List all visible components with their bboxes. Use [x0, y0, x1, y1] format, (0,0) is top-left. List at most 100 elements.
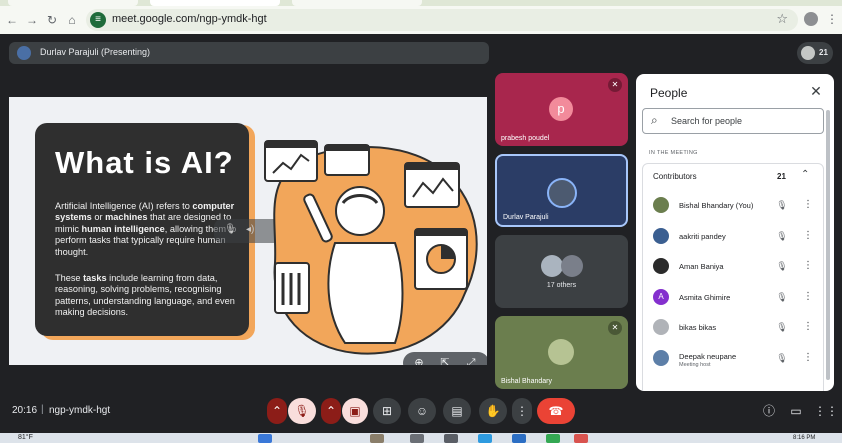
back-icon[interactable]: ←: [4, 12, 20, 28]
mic-off-icon[interactable]: 🎙: [775, 351, 789, 365]
more-icon: ⋮: [516, 404, 528, 418]
video-tile-others[interactable]: 17 others: [495, 235, 628, 308]
mic-off-icon: 🎙: [294, 404, 310, 418]
mic-off-icon[interactable]: 🎙: [775, 320, 789, 334]
p2-bold: tasks: [83, 273, 107, 283]
mic-off-icon[interactable]: 🎙: [224, 224, 237, 235]
meeting-clock: 20:16: [12, 405, 38, 416]
camera-options-button[interactable]: ⌃: [321, 398, 341, 424]
fullscreen-icon[interactable]: ⤢: [463, 355, 479, 365]
url-text: meet.google.com/ngp-ymdk-hgt: [112, 13, 267, 25]
chevron-up-icon: ⌃: [325, 404, 337, 418]
video-tile[interactable]: ✕ Bishal Bhandary: [495, 316, 628, 389]
panel-title: People: [650, 86, 688, 100]
participant-avatar: [541, 255, 563, 277]
participant-row[interactable]: A Asmita Ghimire 🎙 ⋮: [643, 282, 823, 312]
p1-text: Artificial Intelligence (AI) refers to: [55, 201, 193, 211]
tile-name: Bishal Bhandary: [501, 378, 552, 385]
participant-avatar: [653, 319, 669, 335]
participant-row[interactable]: Deepak neupane Meeting host 🎙 ⋮: [643, 343, 823, 373]
participant-role: Meeting host: [679, 361, 711, 368]
mic-off-icon[interactable]: 🎙: [775, 259, 789, 273]
mic-options-button[interactable]: ⌃: [267, 398, 287, 424]
mic-off-icon[interactable]: 🎙: [775, 198, 789, 212]
profile-avatar[interactable]: [804, 12, 818, 26]
participant-avatar: [653, 258, 669, 274]
leave-call-button[interactable]: ☎: [537, 398, 575, 424]
more-icon[interactable]: ⋮: [803, 351, 813, 365]
presented-slide: What is AI? Artificial Intelligence (AI)…: [9, 97, 487, 365]
close-icon[interactable]: ✕: [808, 83, 824, 99]
participants-button[interactable]: 21: [797, 42, 833, 64]
present-button[interactable]: ⊞: [373, 398, 401, 424]
emoji-icon: ☺: [415, 404, 429, 418]
site-info-icon[interactable]: ≡: [90, 12, 106, 28]
taskbar-app-icon[interactable]: [512, 434, 526, 443]
tile-name: Durlav Parajuli: [503, 214, 549, 221]
contributors-group: Contributors 21 ⌃ Bishal Bhandary (You) 🎙…: [642, 163, 824, 391]
camera-off-icon: ▣: [349, 404, 361, 418]
taskbar-app-icon[interactable]: [444, 434, 458, 443]
bookmark-star-icon[interactable]: ☆: [776, 11, 788, 27]
group-label: Contributors: [653, 172, 697, 181]
slide-view-controls[interactable]: ⊕ ⇱ ⤢: [403, 352, 487, 365]
video-tile[interactable]: Durlav Parajuli: [495, 154, 628, 227]
participant-name: Bishal Bhandary (You): [679, 201, 754, 210]
address-bar[interactable]: ≡ meet.google.com/ngp-ymdk-hgt ☆: [86, 9, 798, 31]
group-count: 21: [777, 172, 786, 181]
os-taskbar: 81°F 8:16 PM: [0, 433, 842, 443]
camera-toggle-button[interactable]: ▣: [342, 398, 368, 424]
chat-icon[interactable]: ▭: [787, 402, 805, 420]
video-tile[interactable]: p ✕ prabesh poudel: [495, 73, 628, 146]
participant-row[interactable]: Aman Baniya 🎙 ⋮: [643, 251, 823, 281]
more-icon[interactable]: ⋮: [803, 259, 813, 273]
more-icon[interactable]: ⋮: [803, 320, 813, 334]
panel-scrollbar[interactable]: [826, 110, 830, 380]
meeting-code: ngp-ymdk-hgt: [49, 405, 111, 416]
participant-avatar: [561, 255, 583, 277]
pop-out-icon[interactable]: ⇱: [437, 355, 453, 365]
more-icon[interactable]: ⋮: [803, 229, 813, 243]
p1-bold: human intelligence: [81, 223, 165, 234]
participant-count: 21: [819, 48, 828, 57]
p2-text: These: [55, 273, 84, 283]
more-options-button[interactable]: ⋮: [512, 398, 532, 424]
slide-title: What is AI?: [55, 145, 234, 180]
slide-paragraph-2: These tasks include learning from data, …: [55, 273, 241, 319]
search-placeholder: Search for people: [671, 116, 743, 126]
more-icon[interactable]: ⋮: [803, 290, 813, 304]
home-icon[interactable]: ⌂: [64, 12, 80, 28]
captions-button[interactable]: ▤: [443, 398, 471, 424]
browser-menu-icon[interactable]: ⋮: [826, 11, 838, 27]
grid-icon[interactable]: ⋮⋮: [814, 402, 838, 420]
taskbar-app-icon[interactable]: [546, 434, 560, 443]
raise-hand-icon: ✋: [485, 404, 501, 418]
taskbar-app-icon[interactable]: [574, 434, 588, 443]
taskbar-app-icon[interactable]: [370, 434, 384, 443]
ai-illustration: [264, 140, 478, 355]
reactions-button[interactable]: ☺: [408, 398, 436, 424]
captions-icon: ▤: [451, 404, 463, 418]
start-icon[interactable]: [258, 434, 272, 443]
participant-row[interactable]: Bishal Bhandary (You) 🎙 ⋮: [643, 190, 823, 220]
zoom-icon[interactable]: ⊕: [411, 355, 427, 365]
forward-icon[interactable]: →: [24, 12, 40, 28]
p1-text: or: [91, 212, 106, 223]
participant-name: bikas bikas: [679, 323, 717, 332]
mic-off-icon[interactable]: 🎙: [775, 229, 789, 243]
separator: |: [41, 404, 44, 415]
mic-off-icon[interactable]: 🎙: [775, 290, 789, 304]
taskbar-app-icon[interactable]: [478, 434, 492, 443]
participant-row[interactable]: bikas bikas 🎙 ⋮: [643, 312, 823, 342]
taskbar-app-icon[interactable]: [410, 434, 424, 443]
chevron-up-icon[interactable]: ⌃: [801, 169, 809, 180]
info-icon[interactable]: ⓘ: [760, 402, 778, 420]
people-search-input[interactable]: ⌕ Search for people: [642, 108, 824, 134]
mic-toggle-button[interactable]: 🎙: [288, 398, 316, 424]
reload-icon[interactable]: ↻: [44, 12, 60, 28]
participant-row[interactable]: aakriti pandey 🎙 ⋮: [643, 221, 823, 251]
volume-icon[interactable]: ◂): [246, 224, 254, 235]
participant-name: Aman Baniya: [679, 262, 724, 271]
raise-hand-button[interactable]: ✋: [479, 398, 507, 424]
more-icon[interactable]: ⋮: [803, 198, 813, 212]
